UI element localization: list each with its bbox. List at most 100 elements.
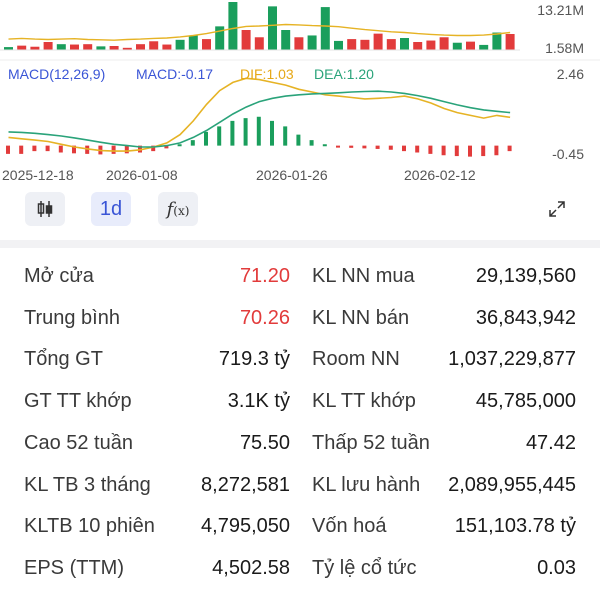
- macd-hist-bar: [6, 145, 10, 154]
- macd-hist-bar: [111, 145, 116, 154]
- stat-label: KL TB 3 tháng: [24, 474, 151, 496]
- stat-label: KLTB 10 phiên: [24, 515, 155, 537]
- macd-hist-bar: [230, 120, 235, 146]
- stat-row-match-value: GT TT khớp 3.1K tỷ KL TT khớp 45,785,000: [0, 390, 600, 432]
- macd-hist-bar: [362, 145, 367, 149]
- volume-bar: [149, 41, 159, 50]
- volume-bar: [188, 35, 198, 50]
- price-chart-svg[interactable]: [0, 0, 600, 190]
- stat-row-eps: EPS (TTM) 4,502.58 Tỷ lệ cổ tức 0.03: [0, 557, 600, 599]
- volume-bar: [386, 39, 396, 50]
- macd-hist-bar: [243, 118, 248, 146]
- stat-label: Tổng GT: [24, 348, 103, 370]
- macd-hist-bar: [19, 145, 24, 154]
- volume-bar: [505, 34, 515, 50]
- volume-bar: [162, 44, 172, 50]
- volume-bar: [360, 39, 370, 50]
- stat-label: Tỷ lệ cổ tức: [312, 557, 417, 579]
- macd-hist-bar: [507, 145, 512, 152]
- volume-bar: [492, 32, 502, 50]
- date-label-3: 2026-01-26: [256, 167, 328, 183]
- candlestick-button[interactable]: [25, 192, 65, 226]
- macd-hist-bar: [190, 140, 195, 146]
- macd-hist-bar: [454, 145, 459, 157]
- volume-bar: [439, 37, 449, 50]
- stat-value: 71.20: [239, 265, 290, 287]
- macd-hist-bar: [415, 145, 420, 153]
- stat-value: 47.42: [525, 432, 576, 454]
- stat-label: Mở cửa: [24, 265, 94, 287]
- stat-row-average: Trung bình 70.26 KL NN bán 36,843,942: [0, 307, 600, 349]
- volume-bar: [347, 39, 357, 50]
- stat-label: KL NN bán: [312, 307, 410, 329]
- volume-bar: [109, 46, 119, 50]
- macd-hist-bar: [204, 131, 208, 146]
- macd-hist-bar: [428, 145, 433, 154]
- stat-value: 29,139,560: [475, 265, 576, 287]
- macd-hist-bar: [375, 145, 380, 149]
- stat-label: Trung bình: [24, 307, 120, 329]
- stat-row-volume: KL TB 3 tháng 8,272,581 KL lưu hành 2,08…: [0, 474, 600, 516]
- volume-bar: [281, 30, 291, 50]
- stat-value: 151,103.78 tỷ: [454, 515, 576, 537]
- volume-bar: [17, 45, 27, 50]
- stat-value: 75.50: [239, 432, 290, 454]
- macd-hist-bar: [270, 120, 274, 146]
- volume-bar: [320, 7, 330, 51]
- volume-bar: [426, 40, 436, 50]
- stat-label: GT TT khớp: [24, 390, 132, 412]
- expand-button[interactable]: [539, 192, 575, 226]
- stat-row-market-cap: KLTB 10 phiên 4,795,050 Vốn hoá 151,103.…: [0, 515, 600, 557]
- volume-bar: [175, 39, 185, 50]
- chart-panel[interactable]: 13.21M 1.58M MACD(12,26,9) MACD:-0.17 DI…: [0, 0, 600, 240]
- macd-hist-bar: [481, 145, 486, 157]
- macd-hist-bar: [58, 145, 63, 153]
- macd-hist-bar: [124, 145, 129, 154]
- stat-value: 70.26: [239, 307, 290, 329]
- volume-bar: [334, 40, 343, 50]
- macd-value: MACD:-0.17: [136, 66, 214, 82]
- date-label-2: 2026-01-08: [106, 167, 178, 183]
- candlestick-icon: [37, 201, 53, 217]
- macd-hist-bar: [217, 126, 222, 146]
- dea-value: DEA:1.20: [314, 66, 374, 82]
- macd-hist-bar: [322, 144, 327, 147]
- volume-bar: [96, 46, 106, 50]
- dif-value: DIF:1.03: [240, 66, 294, 82]
- volume-bar: [294, 37, 304, 50]
- stat-label: EPS (TTM): [24, 557, 124, 579]
- stat-label: Thấp 52 tuần: [312, 432, 430, 454]
- volume-bar: [413, 42, 423, 50]
- macd-hist-bar: [32, 145, 37, 152]
- volume-bar: [241, 30, 251, 50]
- volume-bar: [136, 44, 145, 50]
- stat-value: 2,089,955,445: [448, 474, 576, 496]
- interval-button[interactable]: 1d: [91, 192, 131, 226]
- date-label-4: 2026-02-12: [404, 167, 476, 183]
- stat-label: KL lưu hành: [312, 474, 421, 496]
- indicator-button[interactable]: f(x): [158, 192, 198, 226]
- macd-hist-bar: [349, 145, 354, 148]
- macd-axis-top: 2.46: [556, 66, 584, 82]
- stat-label: KL NN mua: [312, 265, 415, 287]
- volume-bar: [373, 33, 383, 50]
- volume-bar: [400, 38, 409, 50]
- macd-hist-bar: [336, 145, 340, 148]
- stat-value: 3.1K tỷ: [227, 390, 290, 412]
- stat-row-total-value: Tổng GT 719.3 tỷ Room NN 1,037,229,877: [0, 348, 600, 390]
- volume-axis-top: 13.21M: [537, 2, 584, 18]
- volume-bar: [202, 39, 211, 50]
- stat-value: 1,037,229,877: [448, 348, 576, 370]
- macd-title: MACD(12,26,9): [8, 66, 106, 82]
- volume-bar: [83, 44, 93, 50]
- macd-axis-bottom: -0.45: [552, 146, 584, 162]
- volume-bar: [70, 44, 79, 50]
- stat-value: 4,795,050: [201, 515, 290, 537]
- volume-bar: [466, 41, 475, 50]
- stat-row-52w: Cao 52 tuần 75.50 Thấp 52 tuần 47.42: [0, 432, 600, 474]
- macd-hist-bar: [468, 145, 472, 157]
- stat-value: 45,785,000: [475, 390, 576, 412]
- stat-value: 0.03: [537, 557, 576, 579]
- macd-hist-bar: [296, 134, 301, 146]
- expand-icon: [549, 201, 565, 217]
